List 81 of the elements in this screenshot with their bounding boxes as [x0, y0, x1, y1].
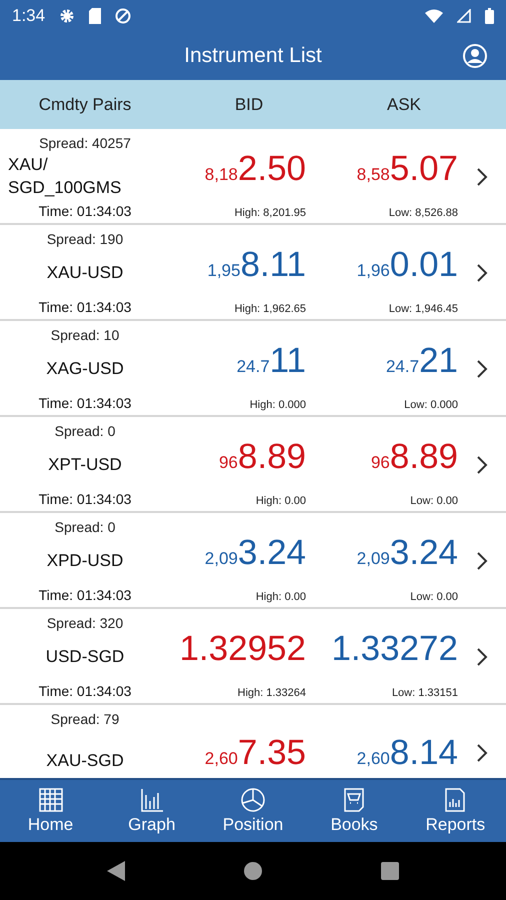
profile-icon[interactable] [462, 43, 488, 69]
instrument-row[interactable]: Spread: 190 XAU-USD Time: 01:34:03 1,958.11 1,960.01 High: 1,962.65 Low: 1,946.45 [0, 225, 506, 321]
high-label: High: 1,962.65 [234, 303, 306, 315]
price: 24.721 [386, 341, 458, 381]
instrument-name: XAU/ SGD_100GMS [7, 154, 122, 199]
spread-label: Spread: 40257 [38, 135, 132, 151]
pie-chart-icon [240, 787, 266, 813]
spread-label: Spread: 10 [50, 327, 120, 343]
chevron-right-icon [476, 647, 488, 667]
spread-label: Spread: 190 [46, 231, 124, 247]
screen-title: Instrument List [184, 44, 322, 68]
chevron-right-icon [476, 455, 488, 475]
instrument-name: XPT-USD [47, 454, 123, 476]
clock: 1:34 [12, 6, 46, 26]
price: 1,958.11 [207, 245, 306, 285]
chevron-right-icon [476, 743, 488, 763]
high-label: High: 1.33264 [238, 687, 306, 699]
time-label: Time: 01:34:03 [38, 683, 132, 699]
battery-icon [485, 8, 494, 24]
spread-label: Spread: 320 [46, 615, 124, 631]
nav-tab[interactable]: Graph [101, 780, 202, 842]
back-icon[interactable] [107, 861, 125, 881]
high-label: High: 0.00 [256, 591, 306, 603]
instrument-row[interactable]: Spread: 10 XAG-USD Time: 01:34:03 24.711 24.721 High: 0.000 Low: 0.000 [0, 321, 506, 417]
chevron-right-icon [476, 167, 488, 187]
time-label: Time: 01:34:03 [38, 587, 132, 603]
wifi-icon [425, 9, 443, 23]
chevron-right-icon [476, 359, 488, 379]
gear-icon [59, 8, 76, 24]
instrument-name: XPD-USD [46, 550, 124, 572]
price: 8,585.07 [356, 149, 458, 189]
nav-tab[interactable]: Position [202, 780, 304, 842]
low-label: Low: 1,946.45 [388, 303, 458, 315]
chevron-right-icon [476, 551, 488, 571]
price: 1.33272 [331, 629, 458, 669]
low-label: Low: 0.00 [410, 495, 458, 507]
time-label: Time: 01:34:03 [38, 203, 132, 219]
column-header: BID [234, 94, 264, 114]
time-label: Time: 01:34:03 [38, 491, 132, 507]
time-label: Time: 01:34:03 [38, 299, 132, 315]
low-label: Low: 0.000 [404, 399, 458, 411]
instrument-row[interactable]: Spread: 0 XPT-USD Time: 01:34:03 968.89 968.89 High: 0.00 Low: 0.00 [0, 417, 506, 513]
signal-icon [457, 9, 471, 23]
grid-icon [38, 787, 64, 813]
price: 968.89 [218, 437, 306, 477]
high-label: High: 0.000 [250, 399, 306, 411]
data-saver-icon [115, 8, 132, 24]
price: 2,093.24 [356, 533, 458, 573]
nav-tab[interactable]: Reports [404, 780, 506, 842]
price: 1,960.01 [356, 245, 458, 285]
high-label: High: 0.00 [256, 495, 306, 507]
price: 8,182.50 [204, 149, 306, 189]
bar-chart-icon [138, 787, 165, 813]
spread-label: Spread: 0 [54, 519, 116, 535]
instrument-name: USD-SGD [44, 646, 126, 668]
column-header: ASK [386, 94, 422, 114]
price: 2,093.24 [204, 533, 306, 573]
price: 2,607.35 [204, 733, 306, 773]
instrument-name: XAU-USD [46, 262, 124, 284]
instrument-row[interactable]: Spread: 0 XPD-USD Time: 01:34:03 2,093.24 2,093.24 High: 0.00 Low: 0.00 [0, 513, 506, 609]
high-label: High: 8,201.95 [234, 207, 306, 219]
instrument-row[interactable]: Spread: 320 USD-SGD Time: 01:34:03 1.32952 1.33272 High: 1.33264 Low: 1.33151 [0, 609, 506, 705]
low-label: Low: 1.33151 [392, 687, 458, 699]
low-label: Low: 0.00 [410, 591, 458, 603]
instrument-row[interactable]: Spread: 40257 XAU/ SGD_100GMS Time: 01:34:03 8,182.50 8,585.07 High: 8,201.95 Low: 8,526.88 [0, 129, 506, 225]
sd-card-icon [89, 8, 102, 24]
price: 2,608.14 [356, 733, 458, 773]
instrument-name: XAG-USD [45, 358, 125, 380]
home-icon[interactable] [243, 861, 263, 881]
nav-tab[interactable]: Home [0, 780, 102, 842]
price: 1.32952 [179, 629, 306, 669]
spread-label: Spread: 79 [50, 711, 120, 727]
low-label: Low: 8,526.88 [388, 207, 458, 219]
nav-tab[interactable]: Books [304, 780, 405, 842]
spread-label: Spread: 0 [54, 423, 116, 439]
instrument-name: XAU-SGD [45, 750, 125, 772]
chevron-right-icon [476, 263, 488, 283]
price: 968.89 [370, 437, 458, 477]
column-header: Cmdty Pairs [38, 94, 132, 114]
price: 24.711 [236, 341, 306, 381]
time-label: Time: 01:34:03 [38, 395, 132, 411]
